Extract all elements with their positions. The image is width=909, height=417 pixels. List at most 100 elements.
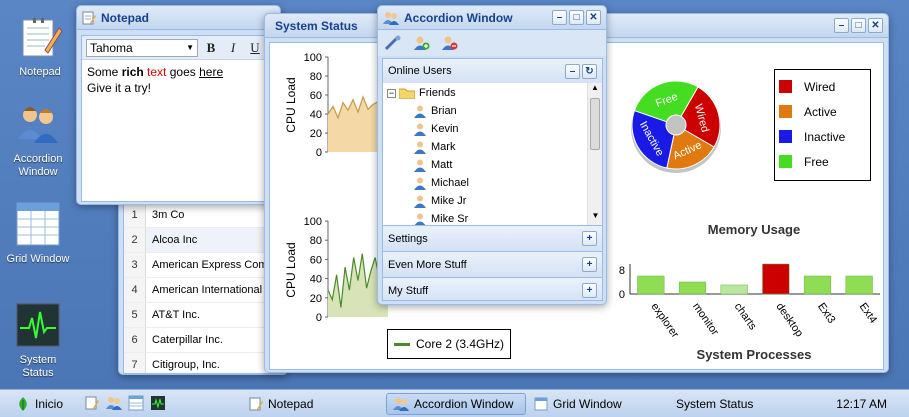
legend-item-free: Free — [775, 149, 870, 174]
table-row[interactable]: 1 3m Co — [124, 203, 284, 228]
window-title: Accordion Window — [404, 10, 513, 25]
folder-icon — [399, 88, 415, 99]
y-tick-label: 0 — [316, 147, 322, 159]
grid-icon[interactable] — [128, 395, 144, 411]
accordion-window[interactable]: Accordion Window – □ ✕ Online Users – ↻ −… — [377, 5, 607, 305]
panel-even-more-stuff[interactable]: Even More Stuff + — [383, 251, 602, 277]
shortcut-label: Notepad — [19, 66, 61, 78]
notepad-header[interactable]: Notepad — [77, 6, 280, 30]
remove-user-icon[interactable] — [440, 35, 458, 51]
maximize-icon[interactable]: □ — [569, 10, 584, 25]
bold-button[interactable]: B — [202, 39, 220, 57]
table-row[interactable]: 2 Alcoa Inc — [124, 228, 284, 253]
grid-window[interactable]: 1 3m Co 2 Alcoa Inc 3 American Express Comp… — [118, 195, 288, 375]
processes-bars: 8 0 explorer monitor charts desktop Ext3 Ext4 — [619, 263, 880, 341]
notepad-editor[interactable]: Tahoma ▼ B I U Some rich text goes here G… — [81, 35, 277, 202]
taskbar-item-grid-window[interactable]: Grid Window — [528, 393, 662, 415]
add-user-icon[interactable] — [412, 35, 430, 51]
monitor-icon[interactable] — [150, 395, 166, 411]
bar-desktop — [762, 263, 790, 295]
expand-icon[interactable]: + — [582, 283, 597, 298]
user-item[interactable]: Kevin — [387, 120, 602, 138]
table-row[interactable]: 6 Caterpillar Inc. — [124, 328, 284, 353]
expand-icon[interactable]: + — [582, 231, 597, 246]
underline-button[interactable]: U — [246, 39, 264, 57]
panel-online-users[interactable]: Online Users – ↻ — [383, 59, 602, 83]
accordion-header[interactable]: Accordion Window – □ ✕ — [378, 6, 606, 30]
table-row[interactable]: 3 American Express Comp — [124, 253, 284, 278]
y-tick-label: 80 — [310, 235, 322, 247]
collapse-icon[interactable]: – — [565, 63, 580, 79]
user-item[interactable]: Brian — [387, 102, 602, 120]
company-name: American International — [152, 284, 263, 296]
expand-icon[interactable]: + — [582, 257, 597, 272]
minimize-icon[interactable]: – — [552, 10, 567, 25]
taskbar-item-system-status[interactable]: System Status — [670, 393, 804, 415]
quick-launch — [84, 395, 166, 411]
taskbar-item-label: Accordion Window — [414, 397, 514, 411]
user-icon — [414, 213, 426, 225]
close-icon[interactable]: ✕ — [586, 10, 601, 25]
close-icon[interactable]: ✕ — [868, 18, 883, 33]
user-item[interactable]: Mike Jr — [387, 192, 602, 210]
table-row[interactable]: 7 Citigroup, Inc. — [124, 353, 284, 373]
legend-swatch — [394, 342, 410, 346]
taskbar-item-notepad[interactable]: Notepad — [243, 393, 377, 415]
italic-button[interactable]: I — [224, 39, 242, 57]
connect-icon[interactable] — [384, 35, 402, 51]
notepad-window[interactable]: Notepad Tahoma ▼ B I U Some rich text goe… — [76, 5, 281, 205]
text-line-2: Give it a try! — [87, 81, 152, 95]
text-line-1: Some rich text goes here — [87, 64, 271, 80]
panel-settings[interactable]: Settings + — [383, 225, 602, 251]
refresh-icon[interactable]: ↻ — [582, 63, 597, 79]
y-tick-label: 8 — [619, 265, 625, 277]
scroll-up-icon[interactable]: ▲ — [588, 83, 602, 97]
start-label: Inicio — [35, 397, 64, 411]
user-item[interactable]: Michael — [387, 174, 602, 192]
legend-swatch — [779, 155, 792, 168]
taskbar-item-accordion-window[interactable]: Accordion Window — [386, 393, 526, 415]
user-icon — [414, 141, 426, 154]
shortcut-system-status[interactable]: System Status — [3, 302, 73, 380]
user-name: Mike Sr — [431, 213, 469, 225]
table-row[interactable]: 5 AT&T Inc. — [124, 303, 284, 328]
y-tick-label: 0 — [316, 312, 322, 324]
users-icon[interactable] — [106, 395, 122, 411]
editor-content[interactable]: Some rich text goes here Give it a try! — [82, 60, 276, 100]
tree-scrollbar[interactable]: ▲ ▼ — [587, 83, 602, 225]
taskbar-item-label: Grid Window — [553, 397, 622, 411]
users-icon — [383, 11, 399, 25]
tree-root[interactable]: − Friends — [387, 84, 602, 102]
start-button[interactable]: Inicio — [10, 393, 69, 415]
maximize-icon[interactable]: □ — [851, 18, 866, 33]
bar-monitor — [678, 281, 707, 295]
user-item[interactable]: Matt — [387, 156, 602, 174]
text-link[interactable]: here — [199, 65, 223, 79]
y-tick-label: 60 — [310, 254, 322, 266]
collapse-node-icon[interactable]: − — [387, 88, 396, 98]
shortcut-grid-window[interactable]: Grid Window — [3, 201, 73, 266]
shortcut-label: Grid Window — [6, 253, 70, 265]
memory-legend: Wired Active Inactive Free — [774, 69, 871, 181]
user-item[interactable]: Mark — [387, 138, 602, 156]
shortcut-notepad[interactable]: Notepad — [5, 14, 75, 79]
scroll-thumb[interactable] — [590, 98, 600, 150]
font-select[interactable]: Tahoma ▼ — [86, 38, 198, 57]
scroll-down-icon[interactable]: ▼ — [588, 211, 602, 225]
users-tree: − Friends Brian Kevin Mark Matt Michael Mike … — [383, 83, 602, 225]
notepad-icon[interactable] — [84, 395, 100, 411]
y-tick-label: 100 — [304, 216, 322, 228]
cpu2-legend: Core 2 (3.4GHz) — [387, 329, 511, 359]
legend-item-wired: Wired — [775, 74, 870, 99]
table-row[interactable]: 4 American International — [124, 278, 284, 303]
memory-title: Memory Usage — [708, 222, 800, 237]
user-name: Michael — [431, 177, 469, 189]
panel-title: My Stuff — [388, 284, 429, 297]
y-tick-label: 60 — [310, 90, 322, 102]
panel-my-stuff[interactable]: My Stuff + — [383, 277, 602, 300]
text-red: text — [147, 65, 167, 79]
y-tick-label: 80 — [310, 71, 322, 83]
minimize-icon[interactable]: – — [834, 18, 849, 33]
shortcut-accordion-window[interactable]: Accordion Window — [3, 101, 73, 179]
user-item[interactable]: Mike Sr — [387, 210, 602, 225]
